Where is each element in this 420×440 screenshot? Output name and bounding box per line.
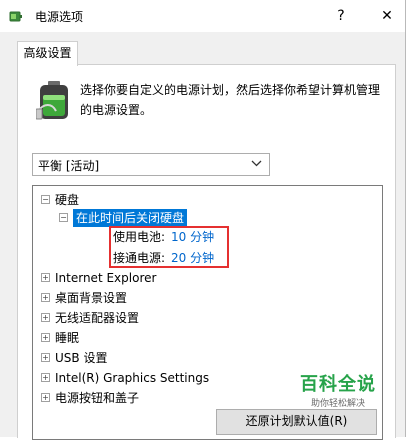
- close-button[interactable]: ✕: [372, 2, 402, 30]
- highlight-annotation: [109, 226, 229, 268]
- window-title: 电源选项: [35, 10, 84, 24]
- battery-icon: [36, 81, 68, 120]
- tab-advanced-settings[interactable]: 高级设置: [17, 41, 78, 66]
- tree-node-label: Intel(R) Graphics Settings: [55, 371, 210, 385]
- tree-node-label: 桌面背景设置: [55, 291, 128, 305]
- title-bar: 电源选项 ? ✕: [0, 0, 405, 32]
- watermark-subtitle: 助你轻松解决: [310, 399, 365, 409]
- expand-icon[interactable]: +: [41, 353, 50, 362]
- expand-icon[interactable]: +: [41, 393, 50, 402]
- expand-icon[interactable]: +: [41, 313, 50, 322]
- tree-node-label-selected: 在此时间后关闭硬盘: [73, 209, 188, 227]
- collapse-icon[interactable]: −: [59, 213, 68, 222]
- help-button[interactable]: ?: [326, 2, 356, 30]
- expand-icon[interactable]: +: [41, 293, 50, 302]
- expand-icon[interactable]: +: [41, 333, 50, 342]
- vertical-scrollbar[interactable]: ▲ ▼: [382, 186, 383, 439]
- tree-node-label: 电源按钮和盖子: [55, 391, 140, 405]
- tree-node-label: Internet Explorer: [55, 271, 157, 285]
- tree-node-label: 睡眠: [55, 331, 80, 345]
- watermark-title: 百科全说: [300, 374, 376, 395]
- restore-plan-defaults-button[interactable]: 还原计划默认值(R): [216, 409, 377, 435]
- chevron-down-icon: [251, 160, 262, 167]
- tree-node-label: 无线适配器设置: [55, 311, 140, 325]
- expand-icon[interactable]: +: [41, 373, 50, 382]
- scroll-down-icon[interactable]: ▼: [382, 422, 383, 439]
- expand-icon[interactable]: +: [41, 273, 50, 282]
- watermark: 百科全说 助你轻松解决: [300, 370, 376, 409]
- power-plan-value: 平衡 [活动]: [38, 159, 100, 173]
- power-plan-dropdown[interactable]: 平衡 [活动]: [32, 153, 270, 176]
- tree-node-label: 硬盘: [55, 193, 80, 207]
- scroll-up-icon[interactable]: ▲: [382, 186, 383, 203]
- power-options-dialog: 电源选项 ? ✕ 高级设置 选择你要自定义的电源计划，然后选择你希望计算机管理的…: [0, 0, 406, 440]
- tree-node-label: USB 设置: [55, 351, 108, 365]
- collapse-icon[interactable]: −: [41, 195, 50, 204]
- instructions-text: 选择你要自定义的电源计划，然后选择你希望计算机管理的电源设置。: [80, 83, 381, 117]
- power-options-icon: [9, 11, 22, 22]
